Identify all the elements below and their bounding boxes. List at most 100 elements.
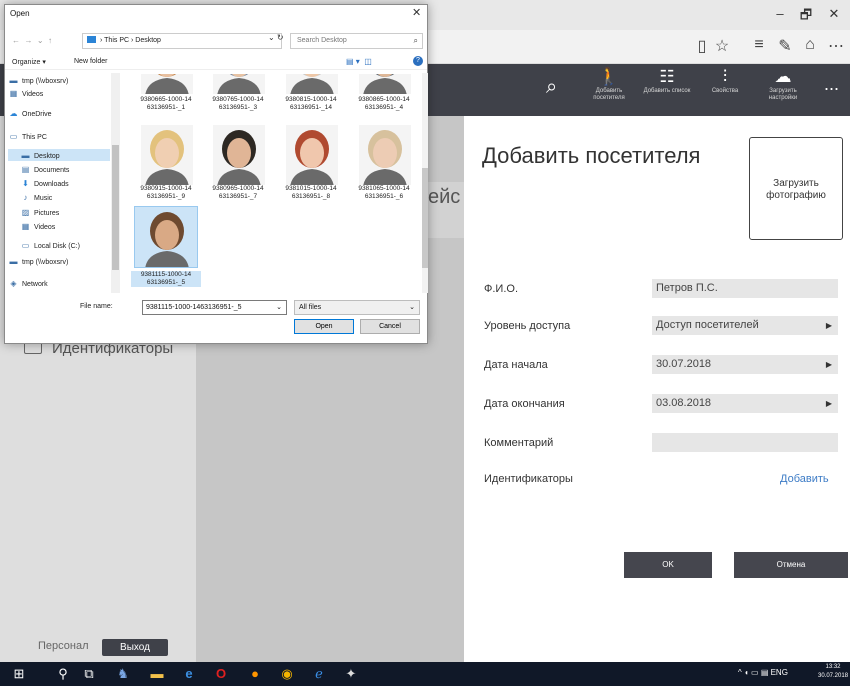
nav-item-label: tmp (\\vboxsrv) [22,259,69,266]
dialog-cancel-button[interactable]: Cancel [360,319,420,334]
opera-icon[interactable]: O [210,664,232,684]
firefox-icon[interactable]: ● [244,664,266,684]
file-name[interactable]: 9380915-1000-14 63136951-_9 [128,185,204,201]
ok-button[interactable]: OK [624,552,712,578]
name-label: Ф.И.О. [484,283,518,295]
share-icon[interactable]: ⌂ [798,36,822,54]
nav-item-label: Local Disk (C:) [34,243,80,250]
upload-photo-button[interactable]: Загрузить фотографию [749,137,843,240]
file-scrollbar-thumb[interactable] [422,168,428,268]
dialog-title: Open [10,9,30,18]
new-folder-button[interactable]: New folder [74,58,107,65]
edge-icon[interactable]: e [178,664,200,684]
file-name[interactable]: 9381115-1000-14 63136951-_5 [131,271,201,287]
file-thumbnail[interactable] [352,73,416,95]
nav-item[interactable]: ☁ OneDrive [8,108,52,120]
nav-item[interactable]: ⬇ Downloads [20,178,69,190]
nav-item[interactable]: ▭ This PC [8,131,47,143]
more-icon[interactable]: ⋯ [824,36,848,56]
file-thumbnail[interactable] [206,124,270,186]
staff-label[interactable]: Персонал [38,640,89,652]
chrome-icon[interactable]: ◉ [276,664,298,684]
favorite-star-icon[interactable]: ☆ [710,36,734,56]
file-name-label: File name: [80,303,113,310]
file-name[interactable]: 9380665-1000-14 63136951-_1 [128,96,204,112]
file-thumbnail[interactable] [134,73,198,95]
file-thumbnail[interactable] [134,206,198,268]
file-thumbnail[interactable] [279,124,343,186]
task-view-icon[interactable]: ⧉ [78,664,100,684]
file-thumbnail[interactable] [134,124,198,186]
start-date-label: Дата начала [484,359,548,371]
maximize-button[interactable]: 🗗 [794,6,818,28]
ie-icon[interactable]: ℯ [308,664,330,684]
file-name[interactable]: 9381065-1000-14 63136951-_6 [346,185,422,201]
nav-scrollbar-thumb[interactable] [112,145,119,270]
portrait-photo [141,125,193,185]
nav-item[interactable]: ▬ tmp (\\vboxsrv) [8,75,69,87]
nav-item-label: Downloads [34,181,69,188]
open-button[interactable]: Open [294,319,354,334]
comment-field[interactable] [652,433,838,452]
nav-item[interactable]: ▨ Pictures [20,207,60,219]
access-level-select[interactable]: Доступ посетителей ▶ [652,316,838,335]
cancel-button[interactable]: Отмена [734,552,848,578]
minimize-button[interactable]: – [768,6,792,21]
file-thumbnail[interactable] [279,73,343,95]
nav-item-label: Documents [34,167,70,174]
upload-settings-button[interactable]: ☁ Загрузить настройки [756,66,810,114]
search-field[interactable]: Search Desktop ⌕ [290,33,423,49]
end-date-value: 03.08.2018 [656,397,712,409]
file-explorer-icon[interactable]: ▬ [146,664,168,684]
logout-button[interactable]: Выход [102,639,168,656]
search-icon[interactable]: ⌕ [546,76,557,99]
properties-button[interactable]: ⫶ Свойства [698,66,752,114]
nav-item[interactable]: ▬ Desktop [20,150,60,162]
person-walk-icon: 🚶 [598,67,620,86]
hub-icon[interactable]: ≡ [747,36,771,54]
help-icon[interactable]: ? [413,56,423,66]
close-button[interactable]: ✕ [822,6,846,22]
nav-arrows[interactable]: ← → ⌄ ↑ [12,36,52,45]
nav-item[interactable]: ♪ Music [20,192,53,204]
file-name[interactable]: 9380865-1000-14 63136951-_4 [346,96,422,112]
add-list-button[interactable]: ☷ Добавить список [640,66,694,114]
notes-icon[interactable]: ✎ [773,36,797,56]
search-icon[interactable]: ⚲ [52,664,74,684]
clock[interactable]: 13:32 30.07.2018 [818,663,848,681]
file-thumbnail[interactable] [352,124,416,186]
organize-button[interactable]: Organize ▾ [12,58,46,66]
folder-icon: ▬ [9,257,18,266]
system-tray[interactable]: ^ ◖ ▭ ▤ ENG [738,668,788,677]
nav-item[interactable]: ▬ tmp (\\vboxsrv) [8,256,69,268]
start-date-field[interactable]: 30.07.2018 ▶ [652,355,838,374]
file-type-select[interactable]: All files ⌄ [294,300,420,315]
refresh-icon[interactable]: ⌄ ↻ [268,33,284,42]
address-bar[interactable]: › This PC › Desktop [82,33,282,49]
file-name[interactable]: 9380765-1000-14 63136951-_3 [200,96,276,112]
folder-icon: ◈ [10,279,17,288]
app-icon[interactable]: ♞ [112,664,134,684]
start-icon[interactable]: ⊞ [8,664,30,684]
add-identifier-link[interactable]: Добавить [780,473,829,485]
dialog-close-button[interactable]: ✕ [412,6,421,19]
name-field[interactable]: Петров П.С. [652,279,838,298]
app-more-button[interactable]: ... [824,74,839,95]
file-name[interactable]: 9380965-1000-14 63136951-_7 [200,185,276,201]
file-name-input[interactable]: 9381115-1000-1463136951-_5 ⌄ [142,300,287,315]
nav-item-label: tmp (\\vboxsrv) [22,78,69,85]
tool-icon[interactable]: ✦ [340,664,362,684]
nav-item[interactable]: ▤ Documents [20,164,70,176]
path-text: › This PC › Desktop [100,37,161,44]
nav-item[interactable]: ▭ Local Disk (C:) [20,240,80,252]
nav-item[interactable]: ▦ Videos [20,221,56,233]
properties-label: Свойства [711,88,739,94]
file-thumbnail[interactable] [206,73,270,95]
nav-item[interactable]: ▦ Videos [8,88,44,100]
file-name[interactable]: 9380815-1000-14 63136951-_14 [273,96,349,112]
end-date-field[interactable]: 03.08.2018 ▶ [652,394,838,413]
view-options-icon[interactable]: ▤ ▾ ◫ [346,57,372,66]
add-visitor-button[interactable]: 🚶 Добавить посетителя [582,66,636,114]
file-name[interactable]: 9381015-1000-14 63136951-_8 [273,185,349,201]
nav-item[interactable]: ◈ Network [8,278,47,290]
